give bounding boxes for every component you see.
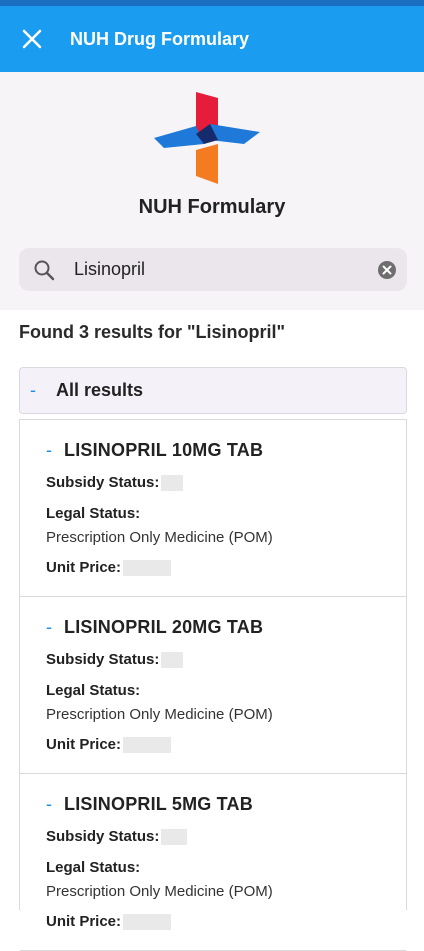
search-icon[interactable] — [21, 259, 67, 281]
clear-icon[interactable] — [367, 260, 407, 280]
subsidy-status-value — [161, 475, 184, 492]
formulary-logo — [154, 92, 260, 184]
drug-name: LISINOPRIL 10MG TAB — [64, 440, 264, 460]
unit-price-value — [123, 914, 172, 931]
results-list: - LISINOPRIL 10MG TAB Subsidy Status: Le… — [19, 419, 407, 951]
results-summary: Found 3 results for "Lisinopril" — [19, 322, 286, 342]
collapse-icon[interactable]: - — [46, 794, 52, 815]
close-icon — [22, 29, 42, 49]
result-card[interactable]: - LISINOPRIL 20MG TAB Subsidy Status: Le… — [20, 597, 406, 774]
legal-status-value: Prescription Only Medicine (POM) — [46, 706, 273, 723]
close-button[interactable] — [0, 6, 64, 72]
brand-name: NUH Formulary — [138, 196, 286, 218]
subsidy-status-label: Subsidy Status: — [46, 828, 160, 845]
unit-price-label: Unit Price: — [46, 559, 122, 576]
search-input[interactable]: Lisinopril — [74, 259, 367, 280]
legal-status-label: Legal Status: — [46, 505, 141, 522]
app-title: NUH Drug Formulary — [70, 28, 250, 49]
subsidy-status-value — [161, 829, 188, 846]
drug-name: LISINOPRIL 20MG TAB — [64, 617, 264, 637]
legal-status-value: Prescription Only Medicine (POM) — [46, 883, 273, 900]
app-bar: NUH Drug Formulary — [0, 6, 424, 72]
subsidy-status-label: Subsidy Status: — [46, 651, 160, 668]
all-results-accordion[interactable]: - All results — [19, 367, 407, 414]
header-area: NUH Formulary Lisinopril — [0, 72, 424, 310]
subsidy-status-label: Subsidy Status: — [46, 474, 160, 491]
unit-price-value — [123, 560, 172, 577]
drug-name: LISINOPRIL 5MG TAB — [64, 794, 253, 814]
collapse-icon: - — [30, 380, 36, 400]
collapse-icon[interactable]: - — [46, 440, 52, 461]
result-card[interactable]: - LISINOPRIL 5MG TAB Subsidy Status: Leg… — [20, 774, 406, 951]
legal-status-label: Legal Status: — [46, 682, 141, 699]
accordion-label: All results — [56, 380, 144, 400]
search-bar[interactable]: Lisinopril — [19, 248, 407, 291]
legal-status-value: Prescription Only Medicine (POM) — [46, 529, 273, 546]
result-card[interactable]: - LISINOPRIL 10MG TAB Subsidy Status: Le… — [20, 420, 406, 597]
legal-status-label: Legal Status: — [46, 859, 141, 876]
unit-price-label: Unit Price: — [46, 913, 122, 930]
subsidy-status-value — [161, 652, 184, 669]
unit-price-value — [123, 737, 172, 754]
collapse-icon[interactable]: - — [46, 617, 52, 638]
unit-price-label: Unit Price: — [46, 736, 122, 753]
